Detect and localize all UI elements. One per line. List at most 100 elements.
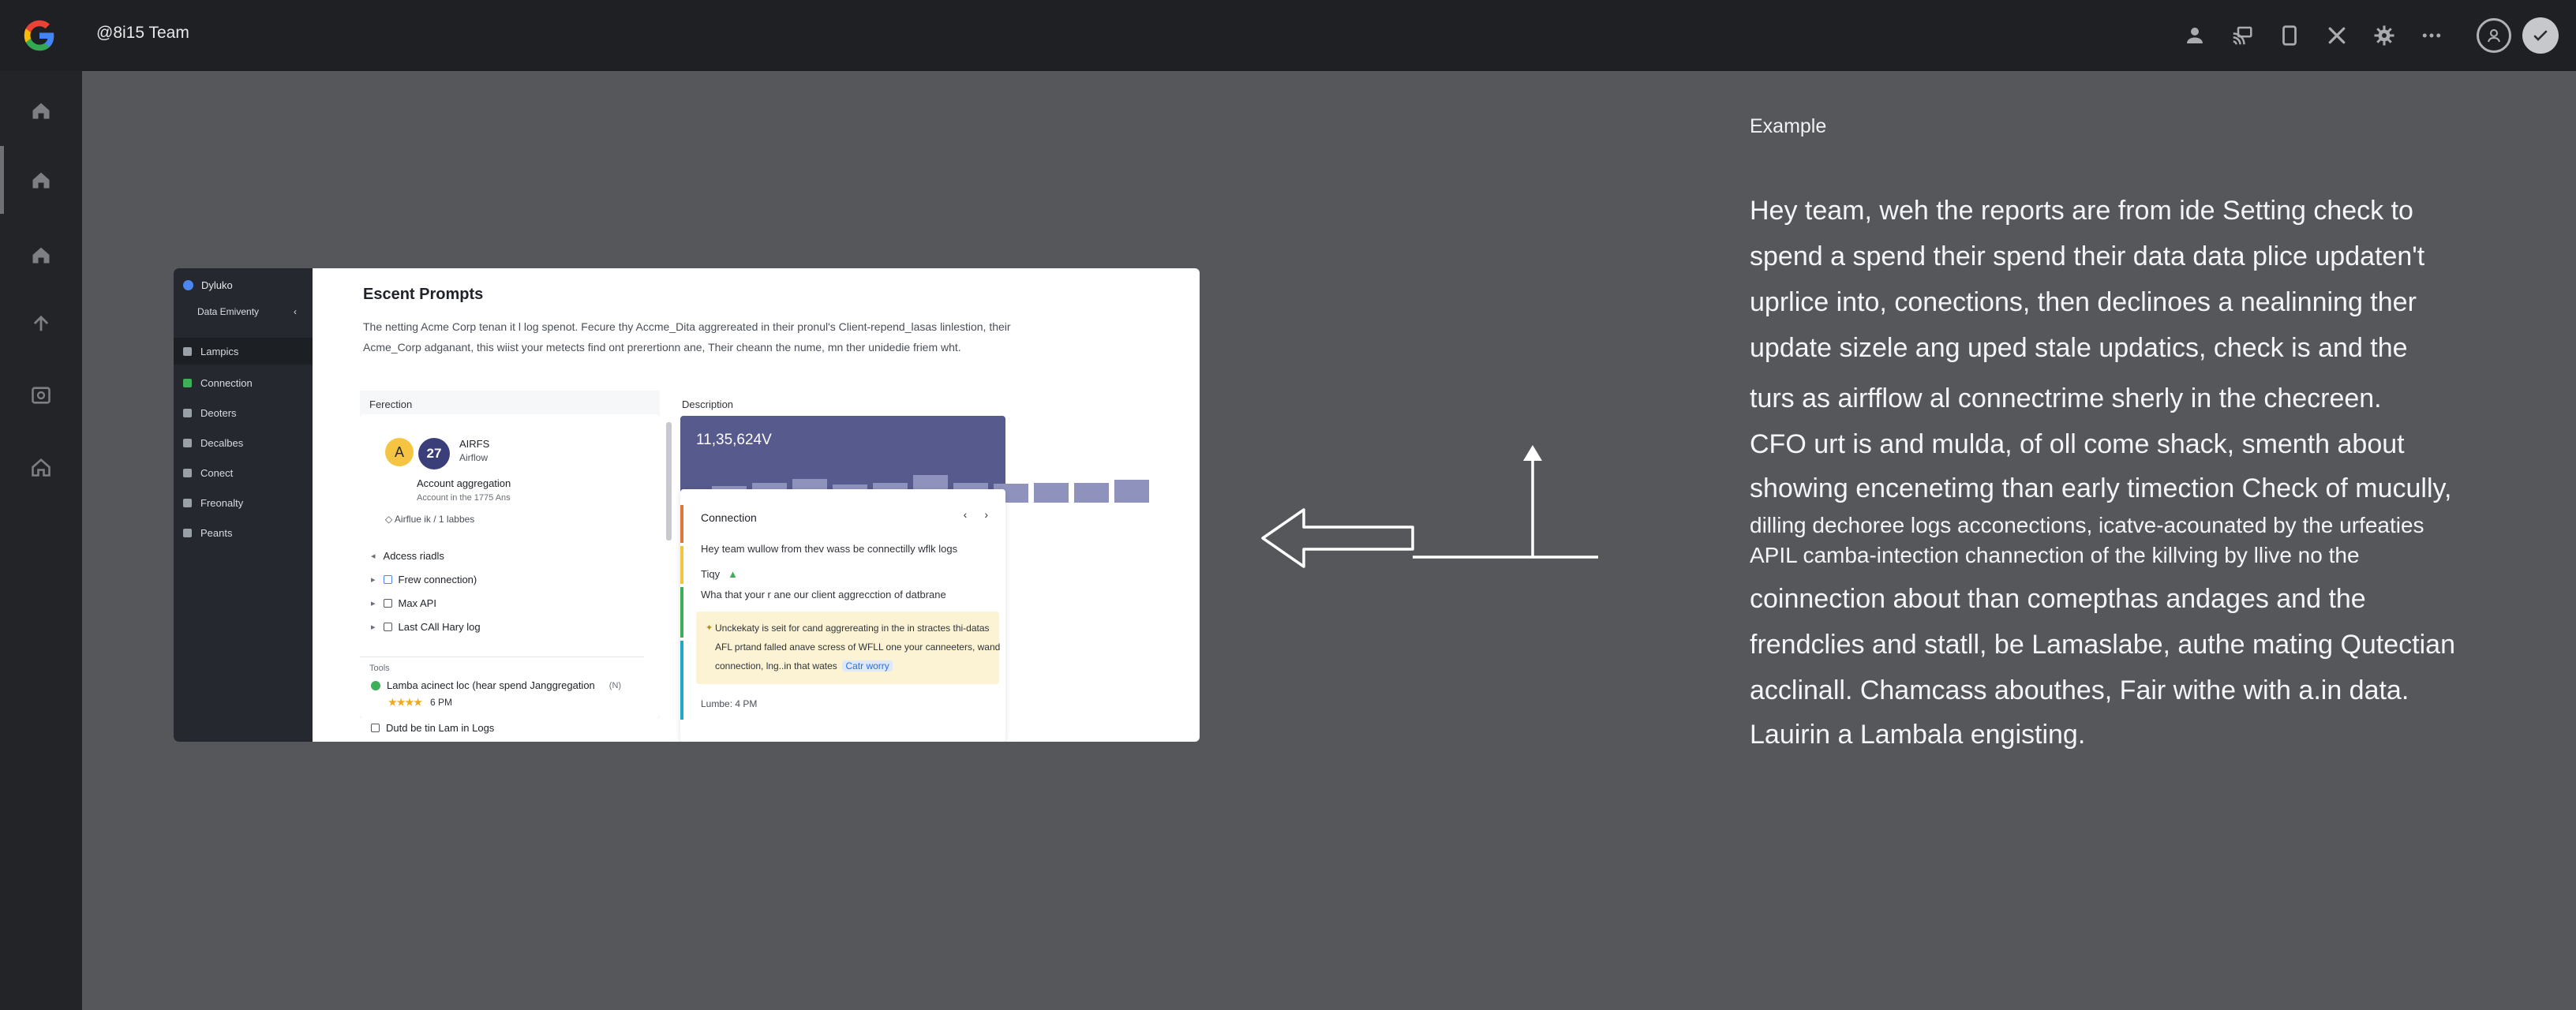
message-line: Tiqy ▲ xyxy=(701,568,738,580)
list-item[interactable]: ▸ Max API xyxy=(371,597,436,609)
chevron-left-icon[interactable]: ‹ xyxy=(964,508,968,521)
accent-bar xyxy=(680,641,683,720)
connection-title: Connection xyxy=(701,511,757,524)
function-panel-heading: Ferection xyxy=(369,398,413,410)
metric-bar xyxy=(1074,483,1109,503)
connection-icon xyxy=(383,575,392,584)
chart-icon xyxy=(183,498,192,507)
highlight-note: ✦ Unckekaty is seit for cand aggrereatin… xyxy=(696,612,1001,684)
avatar[interactable]: 27 xyxy=(418,438,450,469)
card-sidebar-item[interactable]: Freonalty xyxy=(174,489,313,516)
description-panel: Description 11,35,624V Connection ‹ › He… xyxy=(680,391,1149,742)
function-panel-body: A 27 AIRFS Airflow Account aggregation A… xyxy=(360,414,660,734)
arrow-diagram xyxy=(1261,445,1598,568)
list-item[interactable]: Dutd be tin Lam in Logs xyxy=(371,722,494,734)
list-item[interactable]: ▸ Frew connection) xyxy=(371,574,477,585)
metric-bar xyxy=(1114,480,1149,503)
more-icon[interactable] xyxy=(2413,17,2450,54)
scrollbar[interactable] xyxy=(666,422,672,541)
card-brand: Dyluko xyxy=(183,279,233,291)
chevron-right-icon: ◂ xyxy=(371,552,376,561)
home-icon[interactable] xyxy=(21,159,62,200)
workspace-name[interactable]: @8i15 Team xyxy=(96,24,189,43)
divider xyxy=(360,656,644,657)
metric-value: 11,35,624V xyxy=(696,432,772,448)
list-item[interactable]: ▸ Last CAll Hary log xyxy=(371,621,481,633)
person-icon[interactable] xyxy=(2177,17,2213,54)
integration-subname: Airflow xyxy=(459,452,489,463)
people-icon xyxy=(183,528,192,537)
card-workspace-switcher[interactable]: Data Emiventy ‹ xyxy=(197,306,308,317)
home-icon[interactable] xyxy=(21,90,62,131)
list-item[interactable]: Lamba acinect loc (hear spend Janggregat… xyxy=(371,679,621,691)
example-text-line: Lauirin a Lambala engisting. xyxy=(1750,720,2086,750)
account-icon[interactable] xyxy=(2477,18,2511,53)
document-icon[interactable] xyxy=(2271,17,2308,54)
home-icon[interactable] xyxy=(21,234,62,275)
card-title: Escent Prompts xyxy=(363,286,484,303)
spark-icon: ✦ xyxy=(706,623,713,633)
accent-bar xyxy=(680,546,683,584)
screenshot-card: Dyluko Data Emiventy ‹ Lampics Connectio… xyxy=(174,268,1200,742)
metric-bar xyxy=(1034,483,1069,503)
status-ok-icon xyxy=(371,680,380,690)
item-title: Account aggregation xyxy=(417,477,511,489)
top-icon-group xyxy=(2166,17,2559,54)
chevron-left-icon: ‹ xyxy=(294,306,297,317)
item-meta: ◇ Airflue ik / 1 labbes xyxy=(385,514,475,525)
card-brand-label: Dyluko xyxy=(201,279,233,291)
card-sidebar: Dyluko Data Emiventy ‹ Lampics Connectio… xyxy=(174,268,313,742)
example-text-line: CFO urt is and mulda, of oll come shack,… xyxy=(1750,429,2405,459)
chevron-right-icon: ▸ xyxy=(371,575,376,585)
card-sidebar-item[interactable]: Peants xyxy=(174,519,313,546)
chevron-right-icon: ▸ xyxy=(371,599,376,608)
left-rail xyxy=(0,71,82,1010)
chevron-right-icon[interactable]: › xyxy=(984,508,988,521)
example-text-line: coinnection about than comepthas andages… xyxy=(1750,584,2366,614)
example-text-line: Hey team, weh the reports are from ide S… xyxy=(1750,196,2413,226)
user-icon xyxy=(183,408,192,417)
close-icon[interactable] xyxy=(2319,17,2355,54)
card-description-line: The netting Acme Corp tenan it l log spe… xyxy=(363,320,1011,333)
star-icon: ★★★★ xyxy=(388,697,423,708)
brand-dot-icon xyxy=(183,280,193,290)
accent-bar xyxy=(680,505,683,543)
avatar[interactable]: A xyxy=(385,438,414,466)
tag-badge[interactable]: Catr worry xyxy=(842,660,893,671)
message-line: Wha that your r ane our client aggreccti… xyxy=(701,589,946,600)
function-panel: Ferection A 27 AIRFS Airflow Account agg… xyxy=(360,391,660,734)
card-sidebar-item[interactable]: Conect xyxy=(174,459,313,486)
example-text-line: update sizele ang uped stale updatics, c… xyxy=(1750,333,2408,363)
connection-icon xyxy=(183,378,192,387)
count-badge: (N) xyxy=(608,680,622,690)
card-workspace-label: Data Emiventy xyxy=(197,306,260,317)
chevron-right-icon: ▸ xyxy=(371,623,376,632)
settings-icon xyxy=(183,438,192,447)
home-icon[interactable] xyxy=(21,447,62,488)
google-logo-icon[interactable] xyxy=(22,18,57,53)
card-sidebar-item[interactable]: Connection xyxy=(174,369,313,396)
document-icon xyxy=(371,724,380,732)
api-icon xyxy=(383,599,392,608)
example-text-line: APIL camba-intection channection of the … xyxy=(1750,543,2360,567)
card-sidebar-item[interactable]: Lampics xyxy=(174,338,313,365)
card-sidebar-item[interactable]: Decalbes xyxy=(174,429,313,456)
connection-card: Connection ‹ › Hey team wullow from thev… xyxy=(680,489,1005,742)
card-sidebar-item[interactable]: Deoters xyxy=(174,399,313,426)
link-icon xyxy=(183,468,192,477)
log-icon xyxy=(383,623,392,631)
cast-icon[interactable] xyxy=(2224,17,2260,54)
gear-icon[interactable] xyxy=(2366,17,2402,54)
note-line: AFL prtand falled anave scress of WFLL o… xyxy=(715,642,1001,653)
list-item[interactable]: ◂ Adcess riadls xyxy=(371,550,444,562)
list-icon xyxy=(183,346,192,356)
check-icon[interactable] xyxy=(2522,17,2559,54)
example-text-line: dilling dechoree logs acconections, icat… xyxy=(1750,513,2424,537)
tools-label: Tools xyxy=(369,664,390,673)
rail-active-indicator xyxy=(0,146,4,214)
rating: ★★★★ 6 PM xyxy=(388,697,453,708)
integration-name: AIRFS xyxy=(459,438,490,450)
pagination: ‹ › xyxy=(946,508,988,521)
upload-icon[interactable] xyxy=(21,303,62,344)
image-icon[interactable] xyxy=(21,375,62,416)
